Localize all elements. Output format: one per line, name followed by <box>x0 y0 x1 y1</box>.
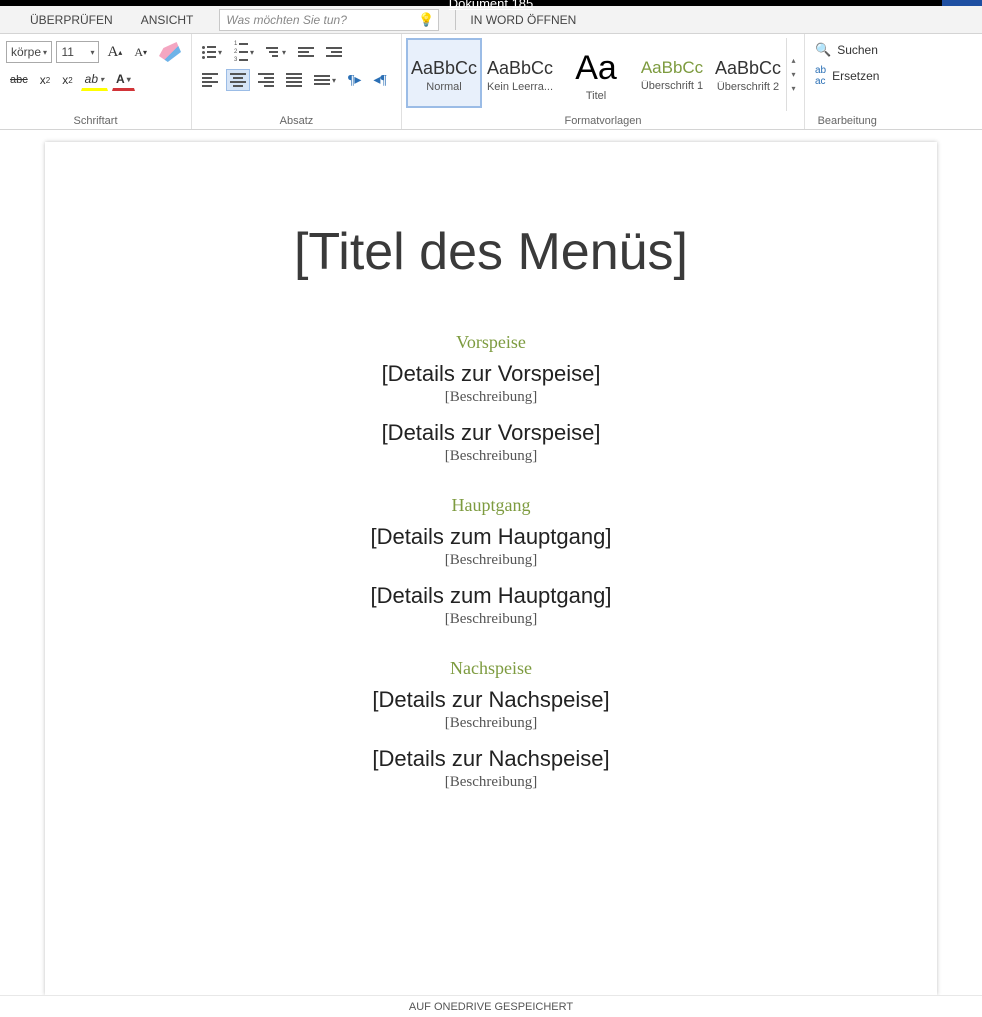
bullets-icon <box>202 46 216 59</box>
grow-font-button[interactable]: A▴ <box>103 41 126 63</box>
chevron-down-icon[interactable]: ▾ <box>787 68 800 82</box>
titlebar-accent <box>942 0 982 6</box>
chevron-up-icon[interactable]: ▴ <box>787 54 800 68</box>
highlight-color-button[interactable]: ab <box>81 69 108 91</box>
font-color-button[interactable]: A <box>112 69 135 91</box>
menu-item-detail[interactable]: [Details zur Vorspeise] <box>105 361 877 387</box>
align-justify-button[interactable] <box>282 69 306 91</box>
document-title: Dokument 185 <box>449 0 534 11</box>
line-spacing-icon <box>314 75 330 85</box>
style-tile--berschrift-2[interactable]: AaBbCc Überschrift 2 <box>710 38 786 108</box>
eraser-icon <box>159 42 181 62</box>
find-label: Suchen <box>837 43 878 57</box>
align-center-icon <box>230 73 246 87</box>
menu-item-detail[interactable]: [Details zur Nachspeise] <box>105 687 877 713</box>
menu-item-detail[interactable]: [Details zum Hauptgang] <box>105 583 877 609</box>
menu-item-detail[interactable]: [Details zur Nachspeise] <box>105 746 877 772</box>
section-heading[interactable]: Hauptgang <box>105 495 877 516</box>
style-sample: AaBbCc <box>715 58 781 79</box>
style-tile-kein-leerra-[interactable]: AaBbCc Kein Leerra... <box>482 38 558 108</box>
shrink-font-button[interactable]: A▾ <box>130 41 151 63</box>
styles-group: AaBbCcNormalAaBbCcKein Leerra...AaTitelA… <box>402 34 805 129</box>
style-label: Überschrift 1 <box>641 80 703 92</box>
binoculars-icon: 🔍 <box>815 42 831 58</box>
style-sample: AaBbCc <box>487 58 553 79</box>
menu-item-description[interactable]: [Beschreibung] <box>105 448 877 465</box>
align-right-button[interactable] <box>254 69 278 91</box>
line-spacing-button[interactable] <box>310 69 340 91</box>
section-heading[interactable]: Vorspeise <box>105 332 877 353</box>
font-group-label: Schriftart <box>0 115 191 127</box>
menu-item-description[interactable]: [Beschreibung] <box>105 389 877 406</box>
replace-icon: abac <box>815 65 826 87</box>
replace-label: Ersetzen <box>832 69 879 83</box>
styles-expand-icon[interactable]: ▾ <box>787 82 800 96</box>
open-in-word-button[interactable]: IN WORD ÖFFNEN <box>464 13 582 27</box>
style-label: Überschrift 2 <box>717 81 779 93</box>
page[interactable]: [Titel des Menüs] Vorspeise [Details zur … <box>45 142 937 995</box>
align-left-button[interactable] <box>198 69 222 91</box>
tab-review[interactable]: ÜBERPRÜFEN <box>16 6 127 34</box>
paragraph-group: 1 2 3 <box>192 34 402 129</box>
menu-item-detail[interactable]: [Details zur Vorspeise] <box>105 420 877 446</box>
save-status-text: AUF ONEDRIVE GESPEICHERT <box>409 1001 573 1013</box>
document-heading[interactable]: [Titel des Menüs] <box>105 222 877 282</box>
menu-item-description[interactable]: [Beschreibung] <box>105 552 877 569</box>
multilevel-list-button[interactable] <box>262 41 290 63</box>
align-right-icon <box>258 73 274 87</box>
clear-formatting-button[interactable] <box>155 41 185 63</box>
status-bar: AUF ONEDRIVE GESPEICHERT <box>0 995 982 1017</box>
style-label: Kein Leerra... <box>487 81 553 93</box>
decrease-indent-button[interactable] <box>294 41 318 63</box>
ltr-direction-button[interactable]: ¶▸ <box>344 69 365 91</box>
tellme-search[interactable]: Was möchten Sie tun? 💡 <box>219 9 439 31</box>
lightbulb-icon: 💡 <box>418 12 434 28</box>
superscript-button[interactable]: x2 <box>58 69 76 91</box>
font-name-select[interactable]: körpe <box>6 41 52 63</box>
menu-item-description[interactable]: [Beschreibung] <box>105 774 877 791</box>
rtl-direction-button[interactable]: ◂¶ <box>369 69 390 91</box>
style-sample: AaBbCc <box>641 58 703 78</box>
indent-icon <box>326 47 342 57</box>
style-label: Normal <box>426 81 461 93</box>
style-tile-titel[interactable]: Aa Titel <box>558 38 634 108</box>
style-sample: AaBbCc <box>411 58 477 79</box>
replace-button[interactable]: abac Ersetzen <box>815 66 879 86</box>
font-size-select[interactable]: 11▾ <box>56 41 99 63</box>
paragraph-group-label: Absatz <box>192 115 401 127</box>
tellme-placeholder: Was möchten Sie tun? <box>226 13 347 27</box>
section-heading[interactable]: Nachspeise <box>105 658 877 679</box>
subscript-button[interactable]: x2 <box>36 69 54 91</box>
document-area[interactable]: [Titel des Menüs] Vorspeise [Details zur … <box>0 130 982 995</box>
align-justify-icon <box>286 73 302 87</box>
numbering-button[interactable]: 1 2 3 <box>230 41 258 63</box>
style-label: Titel <box>586 90 606 102</box>
bullets-button[interactable] <box>198 41 226 63</box>
menu-item-description[interactable]: [Beschreibung] <box>105 715 877 732</box>
ribbon: körpe 11▾ A▴ A▾ abc x2 x2 ab A Schriftar… <box>0 34 982 130</box>
find-button[interactable]: 🔍 Suchen <box>815 40 879 60</box>
editing-group: 🔍 Suchen abac Ersetzen Bearbeitung <box>805 34 889 129</box>
font-group: körpe 11▾ A▴ A▾ abc x2 x2 ab A Schriftar… <box>0 34 192 129</box>
align-center-button[interactable] <box>226 69 250 91</box>
style-tile--berschrift-1[interactable]: AaBbCc Überschrift 1 <box>634 38 710 108</box>
styles-gallery-scroll[interactable]: ▴ ▾ ▾ <box>786 38 800 111</box>
menu-item-description[interactable]: [Beschreibung] <box>105 611 877 628</box>
tab-view[interactable]: ANSICHT <box>127 6 208 34</box>
styles-group-label: Formatvorlagen <box>402 115 804 127</box>
menu-item-detail[interactable]: [Details zum Hauptgang] <box>105 524 877 550</box>
align-left-icon <box>202 73 218 87</box>
multilevel-icon <box>266 47 280 57</box>
editing-group-label: Bearbeitung <box>805 115 889 127</box>
outdent-icon <box>298 47 314 57</box>
style-tile-normal[interactable]: AaBbCc Normal <box>406 38 482 108</box>
separator <box>455 10 456 30</box>
increase-indent-button[interactable] <box>322 41 346 63</box>
style-sample: Aa <box>575 49 617 88</box>
strikethrough-button[interactable]: abc <box>6 69 32 91</box>
numbering-icon: 1 2 3 <box>234 41 248 63</box>
title-bar: Dokument 185 <box>0 0 982 6</box>
